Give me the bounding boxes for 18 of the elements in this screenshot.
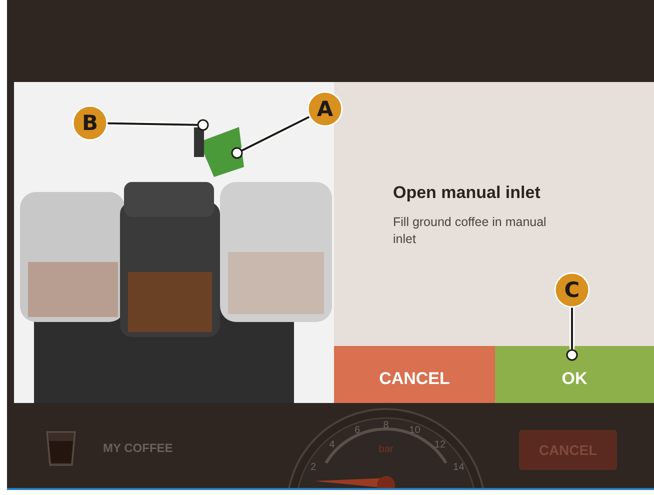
ok-button[interactable]: OK xyxy=(495,346,654,403)
gauge-tick-label: 8 xyxy=(383,420,389,431)
gauge-unit: bar xyxy=(378,444,394,455)
gauge-tick-label: 14 xyxy=(453,462,464,473)
gauge-tick-label: 4 xyxy=(329,440,335,451)
gauge-tick-label: 6 xyxy=(354,425,360,436)
gauge-tick-label: 10 xyxy=(409,425,420,436)
inlet-flap xyxy=(194,127,244,177)
gauge-tick-label: 12 xyxy=(434,440,446,451)
callout-marker: A xyxy=(307,91,343,127)
product-name: MY COFFEE xyxy=(103,440,173,457)
coffee-cup-icon xyxy=(45,429,77,467)
callout-marker: C xyxy=(554,272,590,308)
cancel-button[interactable]: CANCEL xyxy=(334,346,495,403)
callout-marker: B xyxy=(72,105,108,141)
gauge-tick-label: 2 xyxy=(310,462,316,473)
dialog-message: Fill ground coffee in manual inlet xyxy=(393,214,548,248)
dialog-title: Open manual inlet xyxy=(393,182,542,204)
